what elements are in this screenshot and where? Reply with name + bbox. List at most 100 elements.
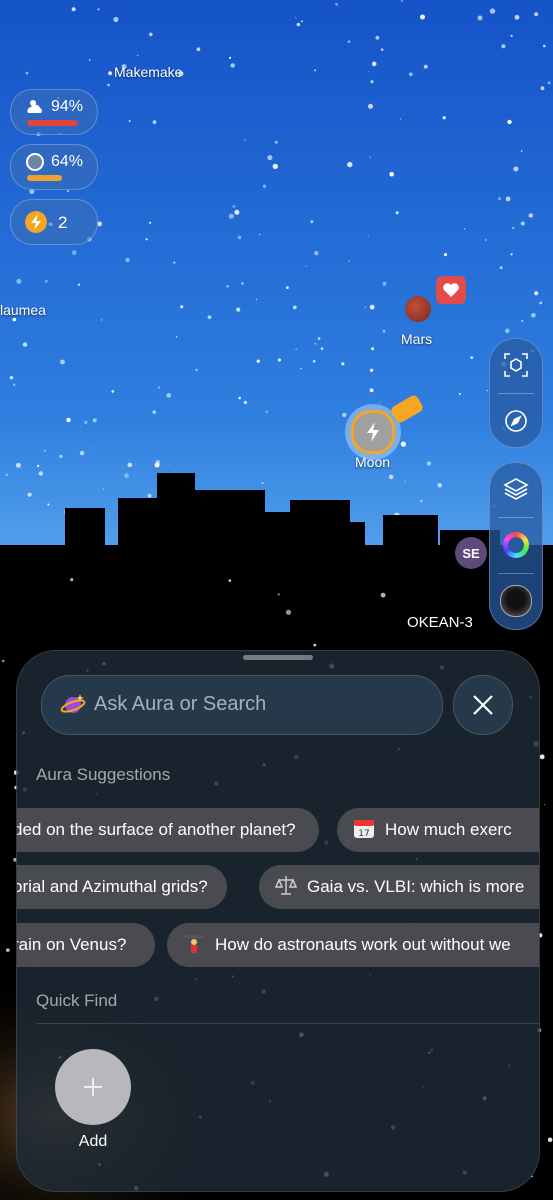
ar-view-button[interactable] [490, 339, 542, 391]
haumea-label[interactable]: laumea [0, 302, 46, 318]
star [400, 118, 402, 120]
star [79, 450, 85, 456]
star [9, 376, 14, 380]
star [539, 301, 543, 305]
star [382, 281, 387, 286]
star [486, 390, 488, 392]
lightning-icon [25, 211, 47, 233]
suggestion-chip[interactable]: orial and Azimuthal grids? [17, 865, 227, 909]
se-badge[interactable]: SE [455, 537, 487, 569]
star [400, 441, 406, 447]
star [77, 283, 81, 286]
star [484, 238, 487, 242]
star [300, 20, 303, 23]
energy-value: 2 [58, 213, 68, 232]
moon-bar [27, 175, 62, 181]
star [45, 279, 48, 283]
star [534, 291, 539, 296]
moon-stat[interactable]: 64% [10, 144, 98, 190]
star [147, 493, 152, 498]
star [149, 221, 152, 224]
star [312, 359, 316, 363]
star [155, 460, 160, 465]
color-wheel-icon [503, 532, 529, 558]
star [128, 120, 131, 122]
star [230, 63, 235, 68]
suggestion-chip[interactable]: How do astronauts work out without we [167, 923, 539, 967]
star [380, 592, 386, 598]
star [97, 8, 100, 11]
suggestion-chip[interactable]: 17 How much exerc [337, 808, 539, 852]
star [272, 163, 278, 170]
search-bar[interactable]: Ask Aura or Search [41, 675, 443, 735]
suggestion-chip[interactable]: ded on the surface of another planet? [16, 808, 319, 852]
star [370, 80, 374, 84]
star [300, 367, 302, 370]
heart-icon[interactable] [436, 276, 466, 304]
star [5, 473, 8, 476]
star [113, 16, 119, 23]
star [531, 313, 536, 318]
star [13, 383, 16, 386]
star [347, 40, 351, 43]
cloud-sun-icon [27, 100, 42, 113]
quick-find-title: Quick Find [36, 991, 118, 1010]
star [152, 410, 156, 414]
makemake-label[interactable]: Makemake [114, 64, 182, 80]
star [175, 335, 178, 338]
star [111, 390, 115, 393]
star [15, 462, 21, 468]
star [404, 113, 405, 115]
suggestion-chip[interactable]: Gaia vs. VLBI: which is more [259, 865, 539, 909]
okean-3-label[interactable]: OKEAN-3 [407, 614, 473, 631]
lightning-icon [351, 410, 395, 454]
star [443, 253, 448, 257]
star [342, 412, 347, 418]
star [543, 44, 546, 48]
sheet-grabber[interactable] [243, 655, 313, 660]
star [437, 483, 443, 488]
star [47, 503, 50, 506]
add-button[interactable] [55, 1049, 131, 1125]
star [341, 362, 345, 366]
star [458, 392, 461, 395]
layers-button[interactable] [490, 463, 542, 515]
mars-marker[interactable] [405, 296, 431, 322]
calendar-icon: 17 [354, 820, 374, 839]
star [317, 337, 321, 340]
compass-button[interactable] [490, 395, 542, 447]
star [70, 578, 74, 582]
tool-divider [498, 517, 534, 518]
star [27, 492, 32, 497]
star [505, 328, 510, 334]
star [259, 233, 261, 235]
star [173, 261, 176, 264]
star [12, 317, 17, 322]
star [389, 171, 395, 177]
mars-label[interactable]: Mars [401, 331, 432, 347]
color-filter-button[interactable] [490, 519, 542, 571]
display-tools [489, 462, 543, 630]
suggestion-text: ded on the surface of another planet? [16, 820, 296, 839]
star [255, 298, 258, 301]
star [512, 226, 515, 229]
energy-stat[interactable]: 2 [10, 199, 98, 245]
star [501, 44, 506, 49]
star [43, 449, 46, 452]
star [37, 464, 40, 468]
star [180, 305, 184, 309]
weather-stat[interactable]: 94% [10, 89, 98, 135]
brightness-icon [500, 585, 532, 617]
close-button[interactable] [453, 675, 513, 735]
star [442, 116, 446, 120]
star [521, 319, 524, 322]
quick-find-divider [36, 1023, 539, 1024]
suggestion-chip[interactable]: rain on Venus? [17, 923, 155, 967]
brightness-button[interactable] [490, 575, 542, 627]
compass-icon [505, 410, 527, 432]
star [149, 32, 153, 37]
star [514, 14, 520, 20]
add-label: Add [78, 1133, 108, 1150]
moon-label[interactable]: Moon [355, 454, 390, 470]
star [236, 307, 241, 312]
